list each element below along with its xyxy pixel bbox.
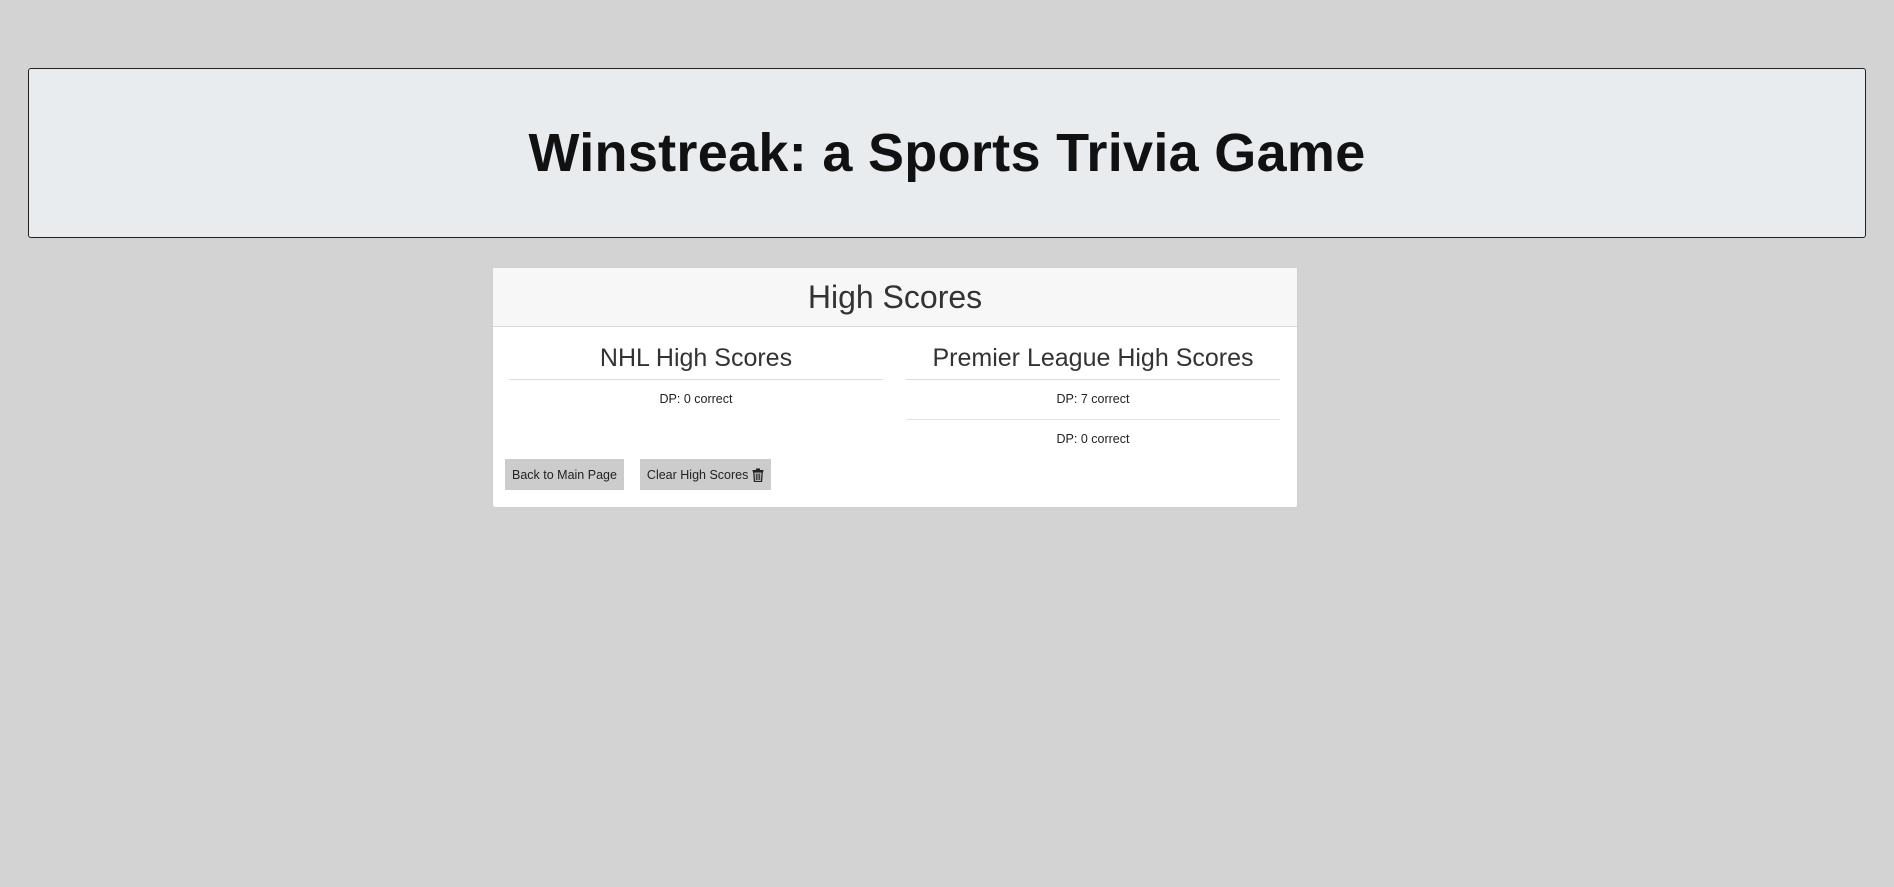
score-columns: NHL High Scores DP: 0 correct Premier Le… <box>493 327 1297 447</box>
card-header: High Scores <box>493 268 1297 327</box>
nhl-score-list: DP: 0 correct <box>509 380 883 419</box>
trash-icon <box>752 468 764 482</box>
back-to-main-button[interactable]: Back to Main Page <box>505 459 624 490</box>
clear-high-scores-button[interactable]: Clear High Scores <box>639 459 772 490</box>
list-item: DP: 0 correct <box>1056 432 1130 446</box>
clear-high-scores-label: Clear High Scores <box>646 467 749 482</box>
nhl-scores-heading: NHL High Scores <box>509 341 883 380</box>
nhl-scores-column: NHL High Scores DP: 0 correct <box>509 341 883 419</box>
list-item: DP: 0 correct <box>659 392 733 406</box>
card-title: High Scores <box>807 278 983 315</box>
premier-league-scores-heading: Premier League High Scores <box>906 341 1280 380</box>
back-to-main-label: Back to Main Page <box>512 467 617 482</box>
premier-league-score-list: DP: 7 correct DP: 0 correct <box>906 380 1280 459</box>
page-banner: Winstreak: a Sports Trivia Game <box>28 68 1866 238</box>
high-scores-card: High Scores NHL High Scores DP: 0 correc… <box>492 267 1298 508</box>
page-title: Winstreak: a Sports Trivia Game <box>528 123 1366 183</box>
list-item: DP: 7 correct <box>906 380 1280 420</box>
button-row: Back to Main Page Clear High Scores <box>505 459 772 490</box>
premier-league-scores-column: Premier League High Scores DP: 7 correct… <box>906 341 1280 459</box>
